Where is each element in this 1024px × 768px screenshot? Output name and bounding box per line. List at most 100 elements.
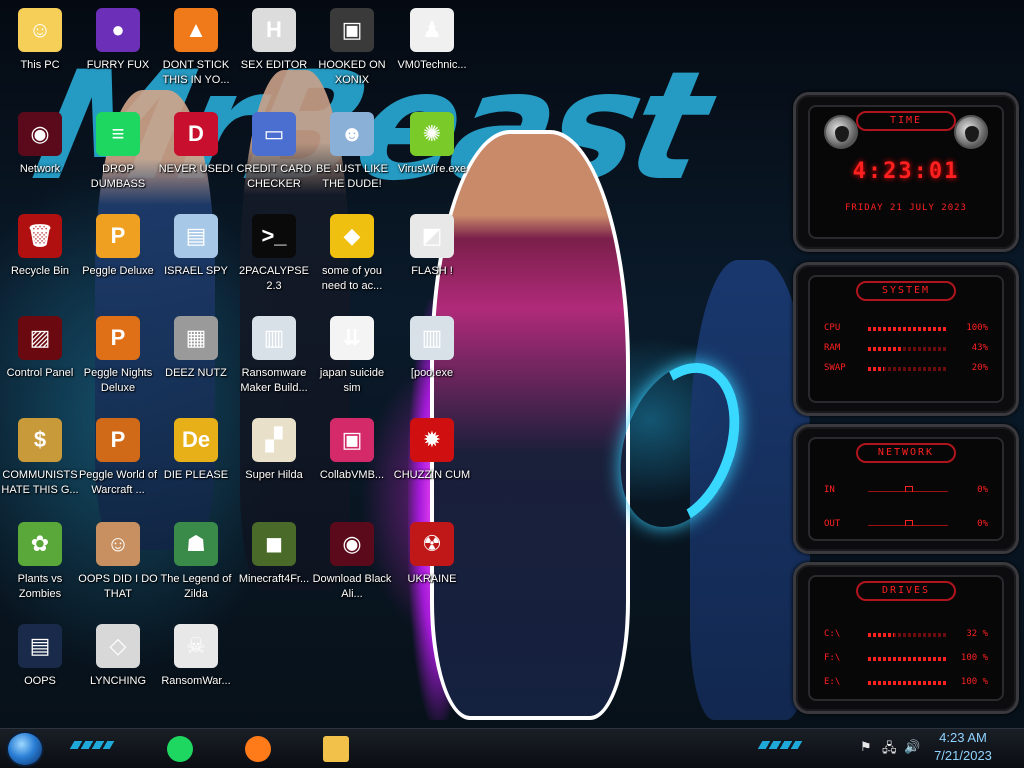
desktop-icon-super-hilda[interactable]: ▞ Super Hilda (234, 418, 314, 483)
never-used-icon: D (174, 112, 218, 156)
system-usage-fill (868, 327, 948, 331)
communists-hate-this-g-icon: $ (18, 418, 62, 462)
desktop-icon-ukraine[interactable]: ☢ UKRAINE (392, 522, 472, 587)
network-activity-graph (868, 486, 948, 492)
desktop-icon-collabvmb[interactable]: ▣ CollabVMB... (312, 418, 392, 483)
desktop-icon-chuzzin-cum[interactable]: ✹ CHUZZIN CUM (392, 418, 472, 483)
desktop-icon-sex-editor[interactable]: H SEX EDITOR (234, 8, 314, 73)
desktop-icon-label: CREDIT CARD CHECKER (236, 163, 312, 190)
desktop-icon-label: COMMUNISTS HATE THIS G... (1, 469, 79, 496)
desktop-icon-be-just-like-the-dude[interactable]: ☻ BE JUST LIKE THE DUDE! (312, 112, 392, 192)
the-legend-of-zilda-icon: ☗ (174, 522, 218, 566)
alien-head-icon (824, 115, 858, 149)
time-gadget-title: TIME (856, 111, 956, 131)
time-gadget[interactable]: TIME 4:23:01 FRIDAY 21 JULY 2023 (793, 92, 1019, 252)
desktop-icon-flash[interactable]: ◩ FLASH ! (392, 214, 472, 279)
desktop-icon-drop-dumbass[interactable]: ≡ DROP DUMBASS (78, 112, 158, 192)
network-row-value: 0% (977, 485, 988, 495)
taskbar-firefox-button[interactable] (236, 732, 280, 766)
action-center-flag-icon[interactable]: ⚑ (860, 739, 872, 755)
start-button[interactable] (6, 731, 44, 767)
desktop-icon-label: Recycle Bin (10, 265, 70, 277)
desktop-icon-never-used[interactable]: D NEVER USED! (156, 112, 236, 177)
system-gadget[interactable]: SYSTEM CPU 100% RAM 43% SWAP 20% (793, 262, 1019, 416)
system-row-value: 100% (966, 323, 988, 333)
drives-row-value: 100 % (960, 653, 988, 663)
deez-nutz-icon: ▦ (174, 316, 218, 360)
desktop-icon-oops[interactable]: ▤ OOPS (0, 624, 80, 689)
desktop-icon-furry-fux[interactable]: ● FURRY FUX (78, 8, 158, 73)
desktop-icon-label: Plants vs Zombies (17, 573, 63, 600)
alien-head-icon (954, 115, 988, 149)
volume-icon[interactable]: 🔊 (904, 739, 920, 755)
desktop-icon-label: ISRAEL SPY (164, 265, 228, 277)
vm0technic-icon: ♟ (410, 8, 454, 52)
desktop-icon-hooked-on-xonix[interactable]: ▣ HOOKED ON XONIX (312, 8, 392, 88)
desktop-icon-label: DROP DUMBASS (90, 163, 146, 190)
taskbar-clock[interactable]: 4:23 AM 7/21/2023 (924, 729, 1002, 765)
system-row-value: 20% (971, 363, 988, 373)
desktop-icon-label: VM0Technic... (397, 59, 467, 71)
desktop-icon-label: CollabVMB... (319, 469, 385, 481)
drives-row: C:\ 32 % (824, 629, 988, 641)
be-just-like-the-dude-icon: ☻ (330, 112, 374, 156)
desktop-icon-viruswire-exe[interactable]: ✺ VirusWire.exe (392, 112, 472, 177)
desktop-icon-plants-vs-zombies[interactable]: ✿ Plants vs Zombies (0, 522, 80, 602)
desktop-icon-lynching[interactable]: ◇ LYNCHING (78, 624, 158, 689)
credit-card-checker-icon: ▭ (252, 112, 296, 156)
desktop-icon-control-panel[interactable]: ▨ Control Panel (0, 316, 80, 381)
desktop-icon-some-of-you-need-to-ac[interactable]: ◆ some of you need to ac... (312, 214, 392, 294)
desktop-icon-peggle-nights-deluxe[interactable]: P Peggle Nights Deluxe (78, 316, 158, 396)
desktop-icon-label: OOPS (24, 675, 56, 687)
desktop-icon-dont-stick-this-in-yo[interactable]: ▲ DONT STICK THIS IN YO... (156, 8, 236, 88)
desktop-icon-peggle-deluxe[interactable]: P Peggle Deluxe (78, 214, 158, 279)
desktop-icon-israel-spy[interactable]: ▤ ISRAEL SPY (156, 214, 236, 279)
system-row-label: RAM (824, 343, 841, 353)
network-gadget[interactable]: NETWORK IN 0% OUT 0% (793, 424, 1019, 554)
desktop-icon-ransomware-maker-build[interactable]: ▥ Ransomware Maker Build... (234, 316, 314, 396)
desktop-icon-die-please[interactable]: De DIE PLEASE (156, 418, 236, 483)
desktop-icon-japan-suicide-sim[interactable]: ⇊ japan suicide sim (312, 316, 392, 396)
desktop-icon-poo-exe[interactable]: ▥ [poo.exe (392, 316, 472, 381)
desktop-icon-ransomwar[interactable]: ☠ RansomWar... (156, 624, 236, 689)
taskbar-file-explorer-button[interactable] (314, 732, 358, 766)
system-row: RAM 43% (824, 343, 988, 355)
drives-gadget[interactable]: DRIVES C:\ 32 % F:\ 100 % E:\ 100 % (793, 562, 1019, 714)
spotify-icon (167, 736, 193, 762)
network-tray-icon[interactable]: 🖧 (882, 739, 897, 761)
desktop-icon-label: SEX EDITOR (240, 59, 308, 71)
drives-usage-bar (868, 633, 948, 637)
desktop-icon-deez-nutz[interactable]: ▦ DEEZ NUTZ (156, 316, 236, 381)
desktop-icon-the-legend-of-zilda[interactable]: ☗ The Legend of Zilda (156, 522, 236, 602)
desktop-icon-label: CHUZZIN CUM (393, 469, 471, 481)
network-row-label: IN (824, 485, 835, 495)
desktop-icon-minecraft4fr[interactable]: ◼ Minecraft4Fr... (234, 522, 314, 587)
desktop-icon-recycle-bin[interactable]: 🗑 Recycle Bin (0, 214, 80, 279)
drop-dumbass-icon: ≡ (96, 112, 140, 156)
drives-row-value: 32 % (966, 629, 988, 639)
desktop-icon-download-black-ali[interactable]: ◉ Download Black Ali... (312, 522, 392, 602)
desktop-icon-communists-hate-this-g[interactable]: $ COMMUNISTS HATE THIS G... (0, 418, 80, 498)
chuzzin-cum-icon: ✹ (410, 418, 454, 462)
taskbar-deco-right (757, 741, 803, 749)
desktop-icon-2pacalypse-2-3[interactable]: >_ 2PACALYPSE 2.3 (234, 214, 314, 294)
desktop-icon-oops-did-i-do-that[interactable]: ☺ OOPS DID I DO THAT (78, 522, 158, 602)
desktop-icon-label: UKRAINE (407, 573, 457, 585)
control-panel-icon: ▨ (18, 316, 62, 360)
desktop-icon-peggle-world-of-warcraft[interactable]: P Peggle World of Warcraft ... (78, 418, 158, 498)
gadget-clock: 4:23:01 (852, 159, 960, 184)
poo-exe-icon: ▥ (410, 316, 454, 360)
desktop-icon-credit-card-checker[interactable]: ▭ CREDIT CARD CHECKER (234, 112, 314, 192)
download-black-ali-icon: ◉ (330, 522, 374, 566)
taskbar-spotify-button[interactable] (158, 732, 202, 766)
drives-usage-fill (868, 657, 948, 661)
gadget-date: FRIDAY 21 JULY 2023 (845, 203, 967, 213)
viruswire-exe-icon: ✺ (410, 112, 454, 156)
desktop-icon-this-pc[interactable]: ☺ This PC (0, 8, 80, 73)
network-row-value: 0% (977, 519, 988, 529)
desktop-icon-label: RansomWar... (161, 675, 231, 687)
desktop-icon-network[interactable]: ◉ Network (0, 112, 80, 177)
recycle-bin-icon: 🗑 (18, 214, 62, 258)
desktop-icon-vm0technic[interactable]: ♟ VM0Technic... (392, 8, 472, 73)
desktop-icon-label: Network (19, 163, 61, 175)
